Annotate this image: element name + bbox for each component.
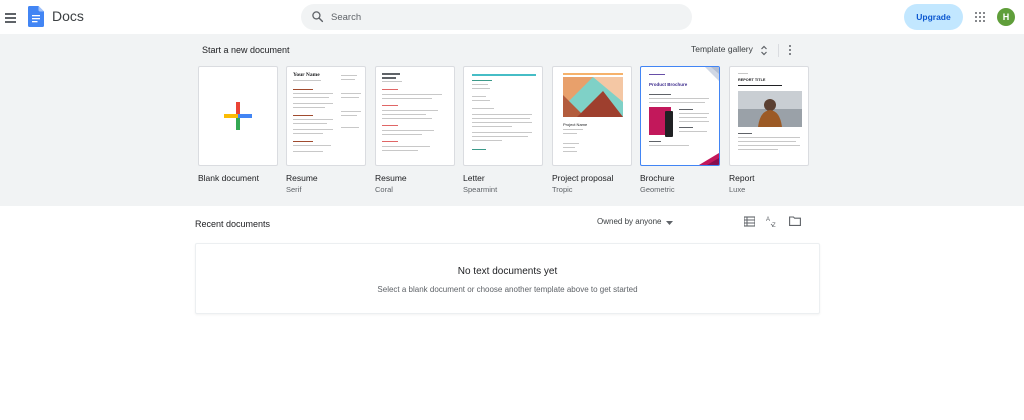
search-icon: [312, 11, 324, 23]
docs-logo-icon[interactable]: [28, 6, 44, 27]
empty-state-title: No text documents yet: [457, 266, 558, 277]
upgrade-button[interactable]: Upgrade: [904, 4, 963, 30]
more-options-icon[interactable]: [786, 44, 794, 58]
template-thumbnail[interactable]: [198, 66, 278, 166]
thumb-heading: REPORT TITLE: [738, 78, 766, 82]
owner-filter-dropdown[interactable]: Owned by anyone: [597, 217, 662, 226]
thumb-graphic: [699, 153, 719, 165]
template-brochure-geometric[interactable]: Product Brochure Brochure Geometric: [640, 66, 720, 194]
template-name: Resume: [375, 173, 407, 183]
template-thumbnail[interactable]: Project Name: [552, 66, 632, 166]
plus-icon: [224, 102, 252, 130]
empty-state-card: No text documents yet Select a blank doc…: [195, 243, 820, 314]
template-thumbnail[interactable]: [463, 66, 543, 166]
main-menu-icon[interactable]: [3, 9, 19, 25]
account-avatar[interactable]: H: [997, 8, 1015, 26]
template-project-proposal-tropic[interactable]: Project Name Project proposal Tropic: [552, 66, 632, 194]
list-view-icon[interactable]: [744, 216, 755, 227]
template-blank-document[interactable]: Blank document: [198, 66, 278, 183]
template-resume-coral[interactable]: Resume Coral: [375, 66, 455, 194]
template-style: Spearmint: [463, 185, 498, 194]
template-thumbnail[interactable]: [375, 66, 455, 166]
app-header: Docs Upgrade H: [0, 0, 1024, 34]
template-thumbnail[interactable]: REPORT TITLE: [729, 66, 809, 166]
empty-state-message: Select a blank document or choose anothe…: [377, 285, 638, 294]
template-panel: Start a new document Template gallery Bl…: [0, 34, 1024, 206]
recent-documents-title: Recent documents: [195, 219, 271, 229]
thumb-graphic: [738, 91, 802, 127]
template-style: Luxe: [729, 185, 746, 194]
templates-section-title: Start a new document: [202, 45, 290, 55]
template-name: Project proposal: [552, 173, 614, 183]
thumb-heading: Your Name: [293, 72, 320, 78]
search-input[interactable]: [331, 4, 681, 30]
template-thumbnail[interactable]: Product Brochure: [640, 66, 720, 166]
svg-text:A: A: [766, 217, 770, 223]
toolbar-divider: [778, 44, 779, 57]
template-gallery-button[interactable]: Template gallery: [691, 44, 753, 54]
template-style: Serif: [286, 185, 302, 194]
thumb-graphic: [705, 67, 719, 81]
template-name: Blank document: [198, 173, 259, 183]
search-bar[interactable]: [301, 4, 692, 30]
google-apps-icon[interactable]: [975, 12, 985, 22]
template-report-luxe[interactable]: REPORT TITLE Report Luxe: [729, 66, 809, 194]
template-style: Tropic: [552, 185, 573, 194]
template-style: Coral: [375, 185, 393, 194]
template-resume-serif[interactable]: Your Name Resume Serif: [286, 66, 366, 194]
template-name: Letter: [463, 173, 485, 183]
app-title[interactable]: Docs: [52, 8, 84, 24]
template-name: Brochure: [640, 173, 675, 183]
thumb-graphic: [563, 77, 623, 117]
unfold-icon[interactable]: [760, 45, 768, 56]
template-name: Resume: [286, 173, 318, 183]
template-style: Geometric: [640, 185, 675, 194]
template-thumbnail[interactable]: Your Name: [286, 66, 366, 166]
thumb-heading: Product Brochure: [649, 82, 688, 87]
template-letter-spearmint[interactable]: Letter Spearmint: [463, 66, 543, 194]
thumb-heading: Project Name: [563, 122, 588, 127]
template-name: Report: [729, 173, 755, 183]
caret-down-icon[interactable]: [666, 221, 673, 225]
sort-az-icon[interactable]: A Z: [766, 215, 778, 228]
folder-icon[interactable]: [789, 216, 801, 226]
